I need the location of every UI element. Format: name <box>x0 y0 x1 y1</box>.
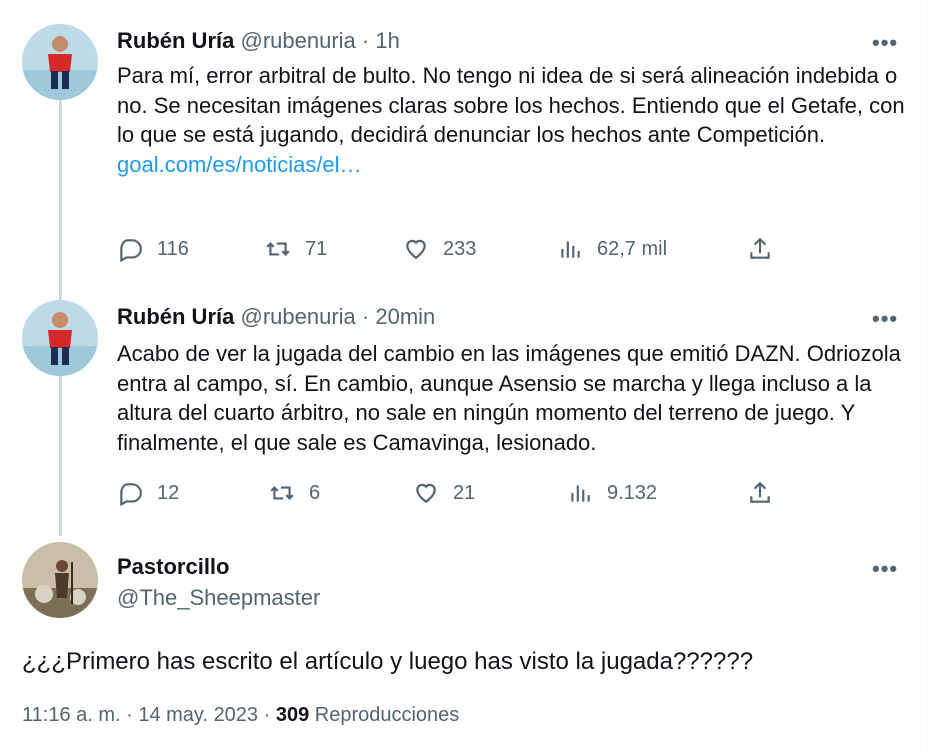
reply-button[interactable]: 116 <box>117 236 189 262</box>
avatar[interactable] <box>22 24 98 100</box>
author-handle[interactable]: @The_Sheepmaster <box>117 585 320 610</box>
heart-icon <box>406 239 426 259</box>
tweet-header: Rubén Uría @rubenuria · 20min <box>117 304 435 330</box>
analytics-icon <box>561 241 580 258</box>
retweet-count: 71 <box>305 237 328 260</box>
author-name[interactable]: Rubén Uría <box>117 304 234 329</box>
timestamp[interactable]: 11:16 a. m. · 14 may. 2023 · <box>22 704 276 726</box>
avatar-image <box>22 542 98 618</box>
author-handle[interactable]: @rubenuria <box>240 304 355 329</box>
avatar[interactable] <box>22 300 98 376</box>
author-handle[interactable]: @rubenuria <box>240 28 355 53</box>
view-count: 9.132 <box>607 481 658 504</box>
analytics-icon <box>571 485 590 502</box>
tweet-body: Para mí, error arbitral de bulto. No ten… <box>117 63 905 147</box>
tweet-actions: 12 6 21 9.132 <box>117 480 797 512</box>
views-label: Reproducciones <box>309 704 460 726</box>
share-icon <box>750 237 770 259</box>
reply-icon <box>120 239 142 262</box>
timestamp[interactable]: 20min <box>375 304 435 329</box>
more-options-icon[interactable]: ••• <box>872 556 898 582</box>
reply-count: 116 <box>157 237 189 260</box>
reply-button[interactable]: 12 <box>117 480 179 506</box>
views-button[interactable]: 9.132 <box>567 480 657 506</box>
share-button[interactable] <box>747 480 773 506</box>
tweet-meta: 11:16 a. m. · 14 may. 2023 · 309 Reprodu… <box>22 704 459 727</box>
author-name[interactable]: Pastorcillo <box>117 554 229 579</box>
tweet-header: Rubén Uría @rubenuria · 1h <box>117 28 400 54</box>
avatar-image <box>22 24 98 100</box>
like-count: 21 <box>453 481 476 504</box>
timestamp[interactable]: 1h <box>375 28 399 53</box>
retweet-icon <box>270 486 294 500</box>
like-button[interactable]: 233 <box>403 236 476 262</box>
heart-icon <box>416 483 436 503</box>
avatar-image <box>22 300 98 376</box>
tweet-link[interactable]: goal.com/es/noticias/el… <box>117 152 362 177</box>
right-border <box>926 0 941 752</box>
thread-line <box>59 100 62 302</box>
retweet-button[interactable]: 71 <box>265 236 327 262</box>
retweet-count: 6 <box>309 481 321 504</box>
avatar[interactable] <box>22 542 98 618</box>
author-name-line: Pastorcillo <box>117 554 229 580</box>
author-handle-line: @The_Sheepmaster <box>117 585 320 611</box>
share-icon <box>750 481 770 503</box>
more-options-icon[interactable]: ••• <box>872 306 898 332</box>
retweet-button[interactable]: 6 <box>269 480 320 506</box>
like-count: 233 <box>443 237 477 260</box>
view-count: 62,7 mil <box>597 237 668 260</box>
separator: · <box>355 304 376 329</box>
tweet-actions: 116 71 233 62,7 mil <box>117 236 797 268</box>
separator: · <box>355 28 376 53</box>
main-tweet-text: ¿¿¿Primero has escrito el artículo y lue… <box>22 648 754 675</box>
views-count: 309 <box>275 704 310 726</box>
retweet-icon <box>266 242 290 256</box>
author-name[interactable]: Rubén Uría <box>117 28 234 53</box>
more-options-icon[interactable]: ••• <box>872 30 898 56</box>
views-button[interactable]: 62,7 mil <box>557 236 667 262</box>
tweet-text: Para mí, error arbitral de bulto. No ten… <box>117 61 907 179</box>
tweet-text: Acabo de ver la jugada del cambio en las… <box>117 341 901 455</box>
reply-icon <box>120 483 142 506</box>
thread-line <box>59 376 62 536</box>
reply-count: 12 <box>157 481 180 504</box>
share-button[interactable] <box>747 236 773 262</box>
like-button[interactable]: 21 <box>413 480 475 506</box>
